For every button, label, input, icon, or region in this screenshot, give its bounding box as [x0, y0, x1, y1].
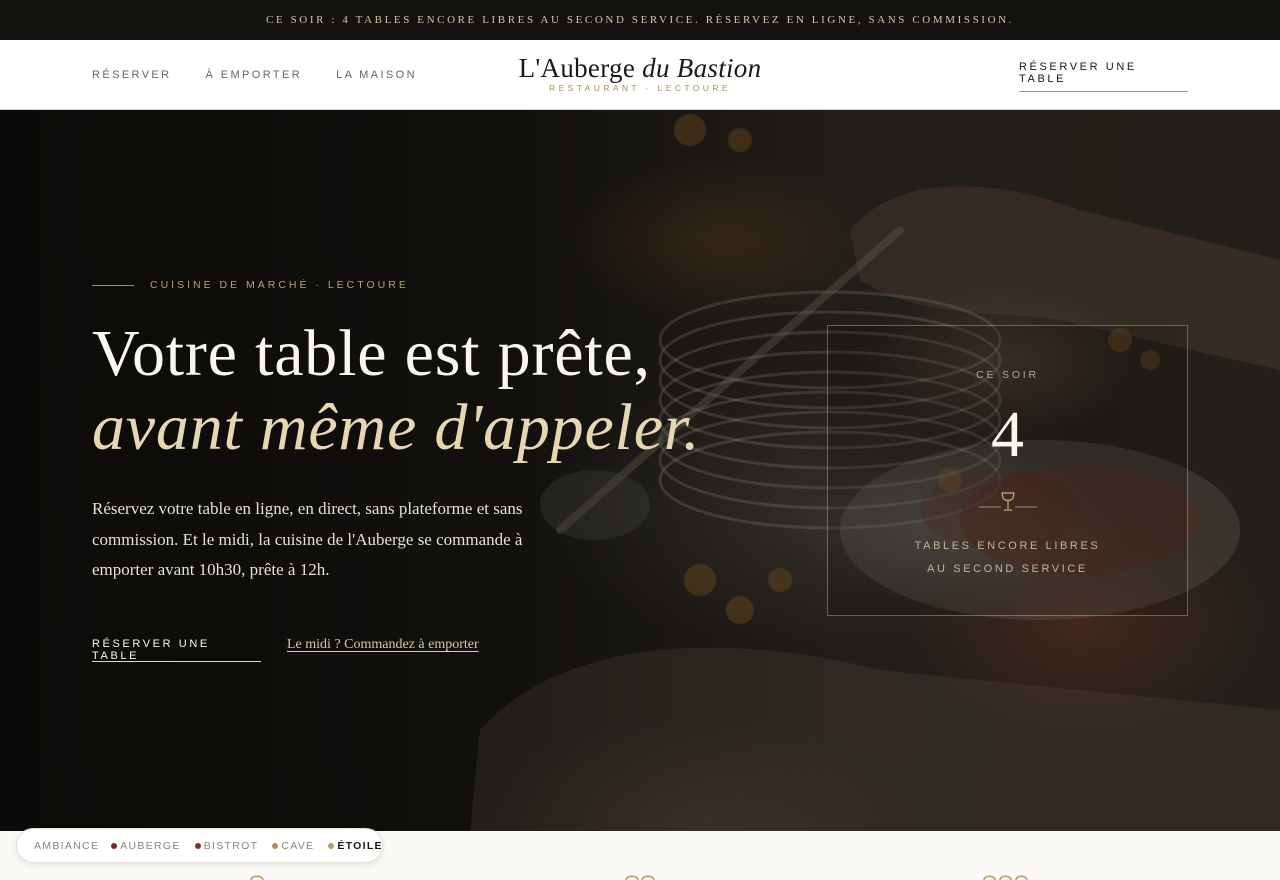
ambiance-option-label: BISTROT — [203, 839, 259, 852]
wine-glass-icon — [979, 492, 1037, 511]
hero-reserve-button[interactable]: RÉSERVER UNE TABLE — [92, 628, 261, 662]
tonight-label: CE SOIR — [976, 369, 1039, 381]
header-reserve-button[interactable]: RÉSERVER UNE TABLE — [1019, 54, 1188, 92]
ambiance-option-label: ÉTOILE — [337, 839, 383, 852]
hero-lede: Réservez votre table en ligne, en direct… — [92, 499, 523, 579]
bistrot-dot-icon — [194, 842, 201, 849]
ambiance-option-etoile[interactable]: ÉTOILE — [328, 840, 383, 852]
announcement-bar: CE SOIR : 4 TABLES ENCORE LIBRES AU SECO… — [0, 0, 1280, 40]
decorative-icon — [250, 875, 264, 880]
decorative-icon — [625, 875, 655, 880]
ambiance-option-label: AUBERGE — [120, 839, 181, 852]
announcement-text: CE SOIR : 4 TABLES ENCORE LIBRES AU SECO… — [265, 14, 1015, 26]
auberge-dot-icon — [111, 842, 118, 849]
site-header: RÉSERVER À EMPORTER LA MAISON L'Auberge … — [0, 40, 1280, 110]
ambiance-option-bistrot[interactable]: BISTROT — [194, 839, 259, 852]
tonight-desc-line-2: AU SECOND SERVICE — [927, 563, 1088, 575]
ambiance-switcher: AMBIANCE AUBERGE BISTROT CAVE ÉTOILE — [16, 828, 383, 863]
headline-line-1: Votre table est prête, — [92, 317, 651, 390]
ambiance-option-auberge[interactable]: AUBERGE — [111, 840, 180, 852]
eyebrow-text: CUISINE DE MARCHÉ · LECTOURE — [150, 279, 409, 291]
ambiance-option-label: CAVE — [281, 839, 315, 852]
headline-line-2: avant même d'appeler. — [92, 391, 701, 464]
brand-name-main: L'Auberge — [518, 53, 643, 83]
cave-dot-icon — [272, 842, 279, 849]
brand-name-italic: du Bastion — [642, 53, 762, 83]
hero-section: CUISINE DE MARCHÉ · LECTOURE Votre table… — [0, 110, 1280, 831]
ambiance-option-cave[interactable]: CAVE — [272, 840, 314, 852]
tonight-desc-line-1: TABLES ENCORE LIBRES — [914, 540, 1101, 552]
hero-eyebrow: CUISINE DE MARCHÉ · LECTOURE — [92, 279, 409, 291]
eyebrow-rule — [92, 284, 134, 286]
ambiance-label: AMBIANCE — [34, 839, 100, 852]
etoile-dot-icon — [328, 842, 335, 849]
tonight-availability-card: CE SOIR 4 TABLES ENCORE LIBRES AU SECOND… — [827, 325, 1188, 616]
decorative-icon — [983, 875, 1028, 880]
takeaway-link[interactable]: Le midi ? Commandez à emporter — [287, 637, 479, 653]
tonight-count: 4 — [991, 398, 1024, 471]
hero-headline: Votre table est prête, avant même d'appe… — [92, 317, 812, 465]
tonight-description: TABLES ENCORE LIBRES AU SECOND SERVICE — [828, 535, 1187, 581]
